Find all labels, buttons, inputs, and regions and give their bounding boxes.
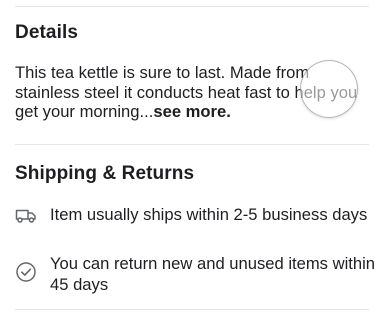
shipping-heading: Shipping & Returns <box>15 163 195 184</box>
see-more-link[interactable]: see more. <box>153 102 230 121</box>
returns-item-text: You can return new and unused items with… <box>50 254 376 294</box>
shipping-item-text: Item usually ships within 2-5 business d… <box>50 205 368 224</box>
returns-item: You can return new and unused items with… <box>15 253 376 297</box>
details-heading: Details <box>15 22 79 43</box>
top-divider <box>15 6 369 7</box>
truck-icon <box>15 205 37 227</box>
check-circle-icon <box>15 261 37 283</box>
touch-indicator <box>300 60 358 118</box>
bottom-divider <box>15 309 369 310</box>
shipping-item: Item usually ships within 2-5 business d… <box>15 204 376 248</box>
section-divider <box>15 144 369 145</box>
